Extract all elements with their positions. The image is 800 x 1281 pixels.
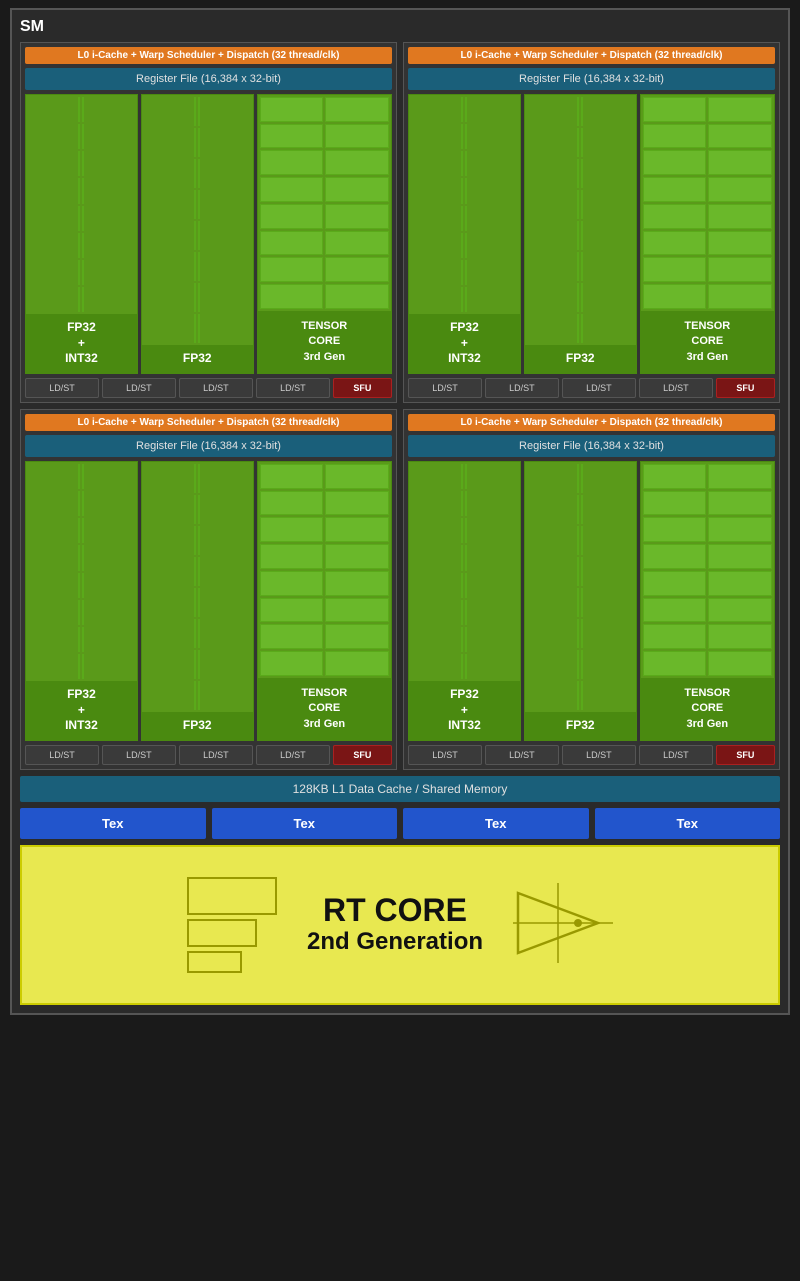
rt-core-diagram bbox=[187, 877, 277, 973]
rt-core-section: RT CORE 2nd Generation bbox=[20, 845, 780, 1005]
ldst-2-2: LD/ST bbox=[485, 378, 559, 398]
ldst-4-4: LD/ST bbox=[639, 745, 713, 765]
ldst-2-3: LD/ST bbox=[562, 378, 636, 398]
fp32-unit-3: FP32 bbox=[141, 461, 254, 741]
ldst-1-2: LD/ST bbox=[102, 378, 176, 398]
ldst-4-3: LD/ST bbox=[562, 745, 636, 765]
ldst-1-1: LD/ST bbox=[25, 378, 99, 398]
fp32-int32-unit-4: FP32+INT32 bbox=[408, 461, 521, 741]
tex-row: Tex Tex Tex Tex bbox=[20, 808, 780, 839]
sm-container: SM L0 i-Cache + Warp Scheduler + Dispatc… bbox=[10, 8, 790, 1015]
bottom-units-1: LD/ST LD/ST LD/ST LD/ST SFU bbox=[25, 378, 392, 398]
tensor-unit-1: TENSORCORE3rd Gen bbox=[257, 94, 392, 374]
fp32-int32-label-2: FP32+INT32 bbox=[409, 314, 520, 373]
compute-units-2: FP32+INT32 FP32 bbox=[408, 94, 775, 374]
fp32-unit-1: FP32 bbox=[141, 94, 254, 374]
tensor-label-2: TENSORCORE3rd Gen bbox=[641, 311, 774, 373]
bottom-units-2: LD/ST LD/ST LD/ST LD/ST SFU bbox=[408, 378, 775, 398]
rt-core-text: RT CORE 2nd Generation bbox=[307, 893, 483, 957]
bottom-units-4: LD/ST LD/ST LD/ST LD/ST SFU bbox=[408, 745, 775, 765]
tensor-unit-2: TENSORCORE3rd Gen bbox=[640, 94, 775, 374]
tensor-unit-3: TENSORCORE3rd Gen bbox=[257, 461, 392, 741]
compute-units-1: FP32+INT32 FP32 bbox=[25, 94, 392, 374]
fp32-int32-unit-1: FP32+INT32 bbox=[25, 94, 138, 374]
tensor-label-4: TENSORCORE3rd Gen bbox=[641, 678, 774, 740]
rt-diagram-box-1 bbox=[187, 877, 277, 915]
rt-diagram-box-2 bbox=[187, 919, 257, 947]
quadrant-3: L0 i-Cache + Warp Scheduler + Dispatch (… bbox=[20, 409, 397, 770]
ldst-3-3: LD/ST bbox=[179, 745, 253, 765]
quadrants-grid: L0 i-Cache + Warp Scheduler + Dispatch (… bbox=[20, 42, 780, 770]
tensor-label-1: TENSORCORE3rd Gen bbox=[258, 311, 391, 373]
sfu-3: SFU bbox=[333, 745, 392, 765]
fp32-unit-4: FP32 bbox=[524, 461, 637, 741]
register-file-4: Register File (16,384 x 32-bit) bbox=[408, 435, 775, 457]
sfu-4: SFU bbox=[716, 745, 775, 765]
sfu-1: SFU bbox=[333, 378, 392, 398]
rt-core-subtitle: 2nd Generation bbox=[307, 928, 483, 957]
tex-unit-3: Tex bbox=[403, 808, 589, 839]
ldst-2-4: LD/ST bbox=[639, 378, 713, 398]
quadrant-4: L0 i-Cache + Warp Scheduler + Dispatch (… bbox=[403, 409, 780, 770]
l0-bar-3: L0 i-Cache + Warp Scheduler + Dispatch (… bbox=[25, 414, 392, 431]
sfu-2: SFU bbox=[716, 378, 775, 398]
ldst-1-4: LD/ST bbox=[256, 378, 330, 398]
ldst-3-1: LD/ST bbox=[25, 745, 99, 765]
ldst-3-4: LD/ST bbox=[256, 745, 330, 765]
ldst-3-2: LD/ST bbox=[102, 745, 176, 765]
quadrant-1: L0 i-Cache + Warp Scheduler + Dispatch (… bbox=[20, 42, 397, 403]
register-file-1: Register File (16,384 x 32-bit) bbox=[25, 68, 392, 90]
rt-triangle-svg bbox=[513, 883, 613, 963]
fp32-int32-label-4: FP32+INT32 bbox=[409, 681, 520, 740]
tex-unit-4: Tex bbox=[595, 808, 781, 839]
fp32-label-1: FP32 bbox=[142, 345, 253, 373]
ldst-1-3: LD/ST bbox=[179, 378, 253, 398]
fp32-int32-label-3: FP32+INT32 bbox=[26, 681, 137, 740]
fp32-label-4: FP32 bbox=[525, 712, 636, 740]
shared-memory-bar: 128KB L1 Data Cache / Shared Memory bbox=[20, 776, 780, 802]
ldst-2-1: LD/ST bbox=[408, 378, 482, 398]
compute-units-4: FP32+INT32 FP32 bbox=[408, 461, 775, 741]
fp32-int32-unit-3: FP32+INT32 bbox=[25, 461, 138, 741]
sm-label: SM bbox=[20, 18, 780, 36]
tex-unit-1: Tex bbox=[20, 808, 206, 839]
l0-bar-4: L0 i-Cache + Warp Scheduler + Dispatch (… bbox=[408, 414, 775, 431]
bottom-units-3: LD/ST LD/ST LD/ST LD/ST SFU bbox=[25, 745, 392, 765]
l0-bar-1: L0 i-Cache + Warp Scheduler + Dispatch (… bbox=[25, 47, 392, 64]
compute-units-3: FP32+INT32 FP32 bbox=[25, 461, 392, 741]
rt-triangle-area bbox=[513, 883, 613, 968]
fp32-int32-label-1: FP32+INT32 bbox=[26, 314, 137, 373]
tex-unit-2: Tex bbox=[212, 808, 398, 839]
register-file-3: Register File (16,384 x 32-bit) bbox=[25, 435, 392, 457]
tensor-unit-4: TENSORCORE3rd Gen bbox=[640, 461, 775, 741]
fp32-label-2: FP32 bbox=[525, 345, 636, 373]
quadrant-2: L0 i-Cache + Warp Scheduler + Dispatch (… bbox=[403, 42, 780, 403]
ldst-4-2: LD/ST bbox=[485, 745, 559, 765]
fp32-unit-2: FP32 bbox=[524, 94, 637, 374]
rt-diagram-box-3 bbox=[187, 951, 242, 973]
l0-bar-2: L0 i-Cache + Warp Scheduler + Dispatch (… bbox=[408, 47, 775, 64]
fp32-int32-unit-2: FP32+INT32 bbox=[408, 94, 521, 374]
register-file-2: Register File (16,384 x 32-bit) bbox=[408, 68, 775, 90]
ldst-4-1: LD/ST bbox=[408, 745, 482, 765]
fp32-label-3: FP32 bbox=[142, 712, 253, 740]
tensor-label-3: TENSORCORE3rd Gen bbox=[258, 678, 391, 740]
rt-core-title: RT CORE bbox=[307, 893, 483, 928]
